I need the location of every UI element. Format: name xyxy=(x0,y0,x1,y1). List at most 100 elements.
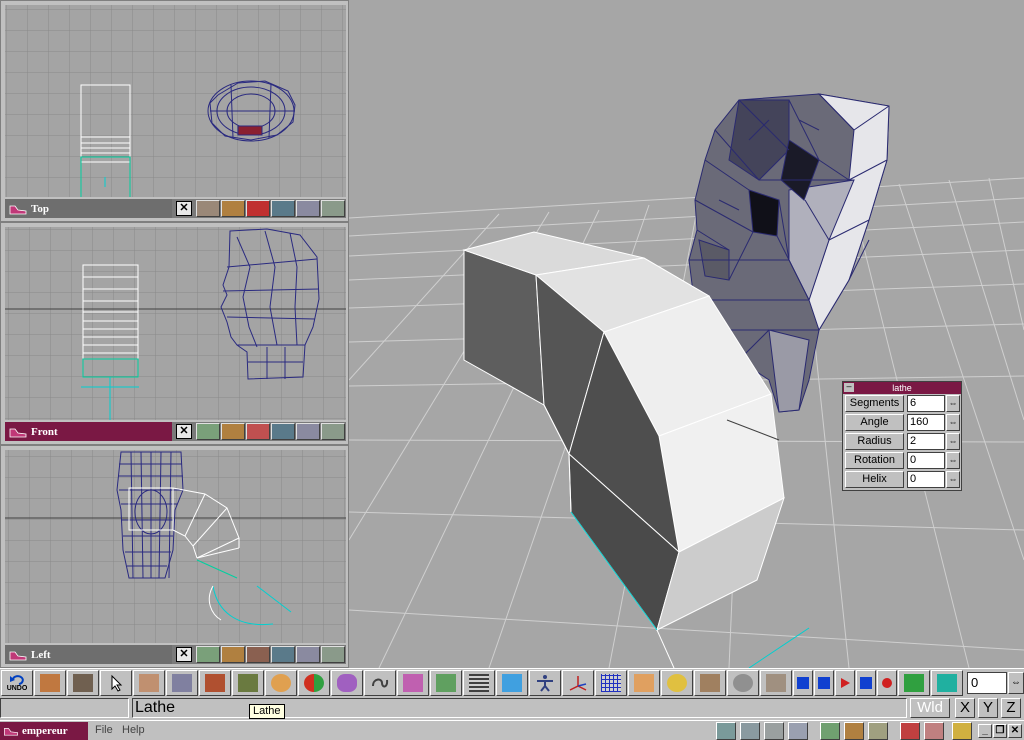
axis-z-button[interactable]: Z xyxy=(1001,698,1021,718)
zoom-view-icon[interactable] xyxy=(321,423,345,440)
tray-move-icon[interactable] xyxy=(716,722,736,740)
figure-view-icon[interactable] xyxy=(221,200,245,217)
close-window-button[interactable]: ✕ xyxy=(1008,724,1022,738)
loop-button[interactable] xyxy=(931,669,963,696)
rewind-start-button[interactable] xyxy=(793,669,813,696)
viewport-left[interactable]: Left ✕ xyxy=(0,445,349,668)
angle-spinner-icon[interactable]: ⇔ xyxy=(946,414,960,431)
move-view-icon[interactable] xyxy=(271,646,295,663)
axis-x-button[interactable]: X xyxy=(955,698,975,718)
fast-forward-button[interactable] xyxy=(856,669,876,696)
zoom-view-icon[interactable] xyxy=(321,646,345,663)
tray-rotate-icon[interactable] xyxy=(764,722,784,740)
rotate-view-icon[interactable] xyxy=(296,200,320,217)
select-tool-button[interactable] xyxy=(100,669,132,696)
angle-input[interactable]: 160 xyxy=(907,414,945,431)
primitive-tool-button[interactable] xyxy=(496,669,528,696)
keyframe-button[interactable] xyxy=(898,669,930,696)
segments-label[interactable]: Segments xyxy=(845,395,904,412)
extrude-tool-button[interactable] xyxy=(430,669,462,696)
viewport-front[interactable]: Front ✕ xyxy=(0,222,349,445)
viewport-left-title[interactable]: Left xyxy=(5,645,172,664)
object-list-button[interactable] xyxy=(67,669,99,696)
lathe-panel[interactable]: – lathe Segments 6 ⇔ Angle 160 ⇔ Radius … xyxy=(842,381,962,491)
lathe-panel-minimize[interactable]: – xyxy=(844,382,854,392)
angle-label[interactable]: Angle xyxy=(845,414,904,431)
move-view-icon[interactable] xyxy=(271,200,295,217)
viewport-top[interactable]: Top ✕ xyxy=(0,0,349,222)
record-button[interactable] xyxy=(877,669,897,696)
tray-tools-icon[interactable] xyxy=(952,722,972,740)
app-title[interactable]: empereur xyxy=(0,722,88,740)
helix-spinner-icon[interactable]: ⇔ xyxy=(946,471,960,488)
move-tool-button[interactable] xyxy=(133,669,165,696)
viewport-top-title[interactable]: Top xyxy=(5,199,172,218)
rewind-button[interactable] xyxy=(814,669,834,696)
helix-input[interactable]: 0 xyxy=(907,471,945,488)
tray-light-icon[interactable] xyxy=(868,722,888,740)
box-tool-button[interactable] xyxy=(199,669,231,696)
viewport-front-canvas[interactable] xyxy=(5,227,346,420)
figure-view-icon[interactable] xyxy=(221,646,245,663)
figure-view-icon[interactable] xyxy=(221,423,245,440)
tray-scale-icon[interactable] xyxy=(740,722,760,740)
tray-zoom-icon[interactable] xyxy=(788,722,808,740)
slide-tool-button[interactable] xyxy=(694,669,726,696)
helix-label[interactable]: Helix xyxy=(845,471,904,488)
tray-render-icon[interactable] xyxy=(900,722,920,740)
rotate-view-icon[interactable] xyxy=(296,646,320,663)
tray-sphere-icon[interactable] xyxy=(820,722,840,740)
coord-mode-button[interactable]: Wld xyxy=(910,698,950,718)
play-button[interactable] xyxy=(835,669,855,696)
grid-tool-button[interactable] xyxy=(595,669,627,696)
rotate-view-icon[interactable] xyxy=(296,423,320,440)
plane-tool-button[interactable] xyxy=(628,669,660,696)
rotate-tool-button[interactable] xyxy=(661,669,693,696)
tray-window-icon[interactable] xyxy=(924,722,944,740)
axis-tool-button[interactable] xyxy=(562,669,594,696)
undo-button[interactable]: UNDO xyxy=(1,669,33,696)
move-view-icon[interactable] xyxy=(271,423,295,440)
zoom-view-icon[interactable] xyxy=(321,200,345,217)
deform-tool-button[interactable] xyxy=(232,669,264,696)
house-view-icon[interactable] xyxy=(246,423,270,440)
menu-file[interactable]: File xyxy=(95,724,113,736)
radius-label[interactable]: Radius xyxy=(845,433,904,450)
material-tool-button[interactable] xyxy=(298,669,330,696)
frame-spinner-icon[interactable]: ⇔ xyxy=(1008,671,1024,694)
radius-spinner-icon[interactable]: ⇔ xyxy=(946,433,960,450)
close-icon[interactable]: ✕ xyxy=(176,424,192,439)
lathe-panel-titlebar[interactable]: – lathe xyxy=(843,382,961,394)
minimize-button[interactable]: _ xyxy=(978,724,992,738)
frame-number-input[interactable]: 0 xyxy=(967,671,1007,694)
tray-figure-icon[interactable] xyxy=(844,722,864,740)
funnel-tool-button[interactable] xyxy=(397,669,429,696)
viewport-left-canvas[interactable] xyxy=(5,450,346,643)
orbit-tool-button[interactable] xyxy=(727,669,759,696)
sphere-view-icon[interactable] xyxy=(196,646,220,663)
close-icon[interactable]: ✕ xyxy=(176,647,192,662)
radius-input[interactable]: 2 xyxy=(907,433,945,450)
menu-help[interactable]: Help xyxy=(122,724,145,736)
sphere-view-icon[interactable] xyxy=(196,200,220,217)
spline-tool-button[interactable] xyxy=(364,669,396,696)
house-view-icon[interactable] xyxy=(246,646,270,663)
house-view-icon[interactable] xyxy=(246,200,270,217)
rotation-input[interactable]: 0 xyxy=(907,452,945,469)
sphere-tool-button[interactable] xyxy=(265,669,297,696)
pattern-tool-button[interactable] xyxy=(166,669,198,696)
segments-input[interactable]: 6 xyxy=(907,395,945,412)
segments-spinner-icon[interactable]: ⇔ xyxy=(946,395,960,412)
axis-y-button[interactable]: Y xyxy=(978,698,998,718)
close-icon[interactable]: ✕ xyxy=(176,201,192,216)
restore-button[interactable]: ❐ xyxy=(993,724,1007,738)
list-tool-button[interactable] xyxy=(463,669,495,696)
cube-tool-button[interactable] xyxy=(34,669,66,696)
scale-tool-button[interactable] xyxy=(760,669,792,696)
viewport-front-title[interactable]: Front xyxy=(5,422,172,441)
viewport-perspective[interactable] xyxy=(349,0,1024,668)
rotation-spinner-icon[interactable]: ⇔ xyxy=(946,452,960,469)
sphere-view-icon[interactable] xyxy=(196,423,220,440)
figure-tool-button[interactable] xyxy=(529,669,561,696)
viewport-top-canvas[interactable] xyxy=(5,5,346,197)
